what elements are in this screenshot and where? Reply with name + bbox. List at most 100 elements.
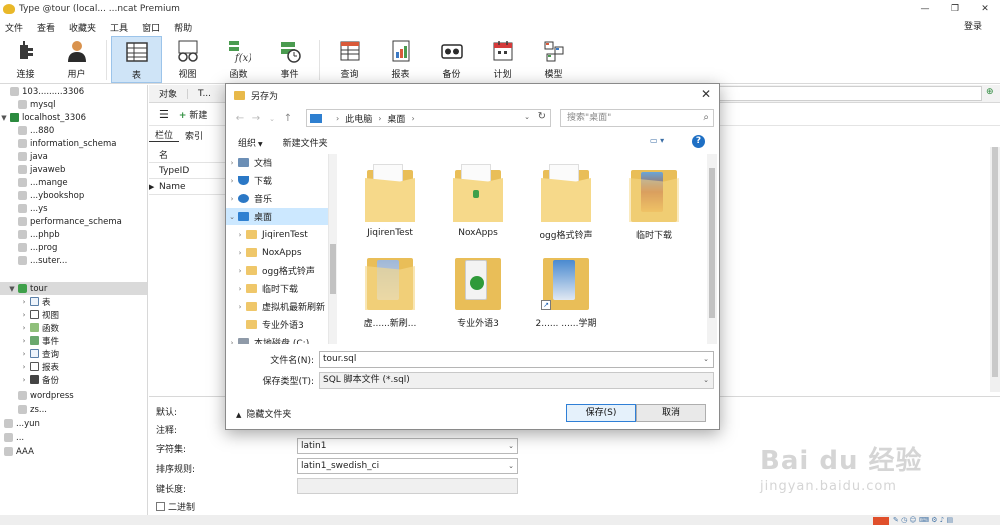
tree-db[interactable]: ...prog: [0, 241, 147, 254]
nav-pane-scrollbar[interactable]: [329, 154, 337, 344]
nav-item-desktop[interactable]: ⌄ 桌面: [226, 208, 328, 225]
tree-db[interactable]: javaweb: [0, 163, 147, 176]
toolbar-report-button[interactable]: 报表: [375, 36, 426, 83]
refresh-icon[interactable]: ↻: [538, 111, 546, 122]
tree-db[interactable]: ...mange: [0, 176, 147, 189]
system-tray-icons[interactable]: ✎ ◷ ☺ ⌨ ⚙ ♪ ▤: [893, 516, 1000, 525]
chevron-right-icon[interactable]: ›: [411, 114, 414, 123]
breadcrumb-this-pc[interactable]: 此电脑: [345, 112, 372, 125]
file-item-folder[interactable]: JiqirenTest: [348, 154, 432, 244]
tree-node-queries[interactable]: › 查询: [0, 347, 147, 360]
file-item-shortcut[interactable]: ↗ 2...... ......学期: [524, 242, 608, 332]
file-item-folder[interactable]: 临时下载: [612, 154, 696, 244]
dialog-close-button[interactable]: ✕: [701, 87, 711, 101]
tree-connection[interactable]: AAA: [0, 445, 147, 458]
new-field-button[interactable]: + 新建: [179, 108, 208, 121]
file-item-folder[interactable]: 专业外语3: [436, 242, 520, 332]
tree-db[interactable]: ...suter...: [0, 254, 147, 267]
tree-db[interactable]: wordpress: [0, 389, 147, 402]
nav-item-documents[interactable]: › 文档: [226, 154, 328, 171]
organize-button[interactable]: 组织 ▼: [238, 136, 263, 149]
cancel-button[interactable]: 取消: [636, 404, 706, 422]
save-button[interactable]: 保存(S): [566, 404, 636, 422]
file-item-folder[interactable]: 虚......新刷...: [348, 242, 432, 332]
field-name-cell[interactable]: Name: [159, 182, 186, 192]
tree-db[interactable]: ...ybookshop: [0, 189, 147, 202]
nav-item-folder[interactable]: 专业外语3: [226, 316, 328, 333]
charset-select[interactable]: latin1 ⌄: [297, 438, 518, 454]
expand-arrow-icon[interactable]: ›: [234, 303, 246, 311]
toolbar-event-button[interactable]: 事件: [264, 36, 315, 83]
nav-item-local-disk[interactable]: › 本地磁盘 (C:): [226, 334, 328, 344]
scrollbar-thumb[interactable]: [992, 147, 998, 377]
binary-checkbox-row[interactable]: 二进制: [156, 500, 195, 513]
tree-db[interactable]: mysql: [0, 98, 147, 111]
collation-select[interactable]: latin1_swedish_ci ⌄: [297, 458, 518, 474]
toolbar-query-button[interactable]: 查询: [324, 36, 375, 83]
address-dropdown-icon[interactable]: ⌄: [524, 113, 530, 121]
tree-db[interactable]: ...phpb: [0, 228, 147, 241]
vertical-scrollbar[interactable]: [990, 147, 1000, 392]
chevron-right-icon[interactable]: ›: [336, 114, 339, 123]
table-row[interactable]: TypeID: [149, 163, 229, 179]
new-folder-button[interactable]: 新建文件夹: [283, 136, 328, 149]
tab-fields[interactable]: 栏位: [149, 128, 180, 142]
menu-help[interactable]: 帮助: [167, 21, 199, 34]
scrollbar-thumb[interactable]: [709, 168, 715, 318]
collapse-arrow-icon[interactable]: ⌄: [226, 213, 238, 221]
nav-item-music[interactable]: › 音乐: [226, 190, 328, 207]
tree-db[interactable]: java: [0, 150, 147, 163]
expand-arrow-icon[interactable]: ›: [234, 231, 246, 239]
minimize-button[interactable]: —: [910, 0, 940, 18]
menu-view[interactable]: 查看: [30, 21, 62, 34]
files-pane-scrollbar[interactable]: [707, 154, 717, 344]
expand-arrow-icon[interactable]: ›: [20, 324, 28, 332]
binary-checkbox[interactable]: [156, 502, 165, 511]
login-button[interactable]: 登录: [964, 18, 982, 36]
table-row[interactable]: ▶ Name: [149, 179, 229, 195]
expand-arrow-icon[interactable]: ›: [226, 177, 238, 185]
expand-arrow-icon[interactable]: ›: [20, 298, 28, 306]
expand-arrow-icon[interactable]: ›: [226, 159, 238, 167]
tree-node-backups[interactable]: › 备份: [0, 373, 147, 386]
tree-node-reports[interactable]: › 报表: [0, 360, 147, 373]
tree-db-tour[interactable]: ▼ tour: [0, 282, 147, 295]
tree-node-views[interactable]: › 视图: [0, 308, 147, 321]
toolbar-function-button[interactable]: f(x) 函数: [213, 36, 264, 83]
tray-app-icon[interactable]: [873, 517, 889, 525]
chevron-down-icon[interactable]: ⌄: [703, 352, 709, 367]
tree-db[interactable]: zs...: [0, 403, 147, 416]
expand-arrow-icon[interactable]: ›: [20, 350, 28, 358]
nav-item-folder[interactable]: › 虚拟机最新刷新: [226, 298, 328, 315]
menu-icon[interactable]: ☰: [159, 108, 169, 121]
nav-item-folder[interactable]: › ogg格式铃声: [226, 262, 328, 279]
object-search-input[interactable]: [682, 86, 982, 101]
forward-arrow-icon[interactable]: →: [248, 113, 264, 124]
toolbar-view-button[interactable]: 视图: [162, 36, 213, 83]
filename-input[interactable]: tour.sql ⌄: [319, 350, 714, 368]
expand-arrow-icon[interactable]: ›: [20, 337, 28, 345]
expand-arrow-icon[interactable]: ›: [20, 311, 28, 319]
key-length-input[interactable]: [297, 478, 518, 494]
menu-favorites[interactable]: 收藏夹: [62, 21, 103, 34]
breadcrumb-desktop[interactable]: 桌面: [387, 112, 405, 125]
tab-indexes[interactable]: 索引: [179, 129, 209, 142]
nav-item-folder[interactable]: › 临时下载: [226, 280, 328, 297]
field-name-cell[interactable]: TypeID: [159, 166, 189, 176]
tree-node-events[interactable]: › 事件: [0, 334, 147, 347]
toolbar-connect-button[interactable]: 连接: [0, 36, 51, 83]
tree-connection[interactable]: ...yun: [0, 417, 147, 430]
toolbar-schedule-button[interactable]: 计划: [477, 36, 528, 83]
chevron-right-icon[interactable]: ›: [378, 114, 381, 123]
help-icon[interactable]: ?: [692, 135, 705, 148]
tab-objects[interactable]: 对象: [149, 87, 187, 100]
expand-arrow-icon[interactable]: ›: [226, 195, 238, 203]
expand-arrow-icon[interactable]: ›: [20, 376, 28, 384]
add-filter-icon[interactable]: ⊕: [986, 87, 998, 99]
file-item-folder[interactable]: ogg格式铃声: [524, 154, 608, 244]
maximize-button[interactable]: ❐: [940, 0, 970, 18]
toolbar-table-button[interactable]: 表: [111, 36, 162, 83]
tree-db[interactable]: performance_schema: [0, 215, 147, 228]
tree-db[interactable]: ...880: [0, 124, 147, 137]
toolbar-model-button[interactable]: 模型: [528, 36, 579, 83]
